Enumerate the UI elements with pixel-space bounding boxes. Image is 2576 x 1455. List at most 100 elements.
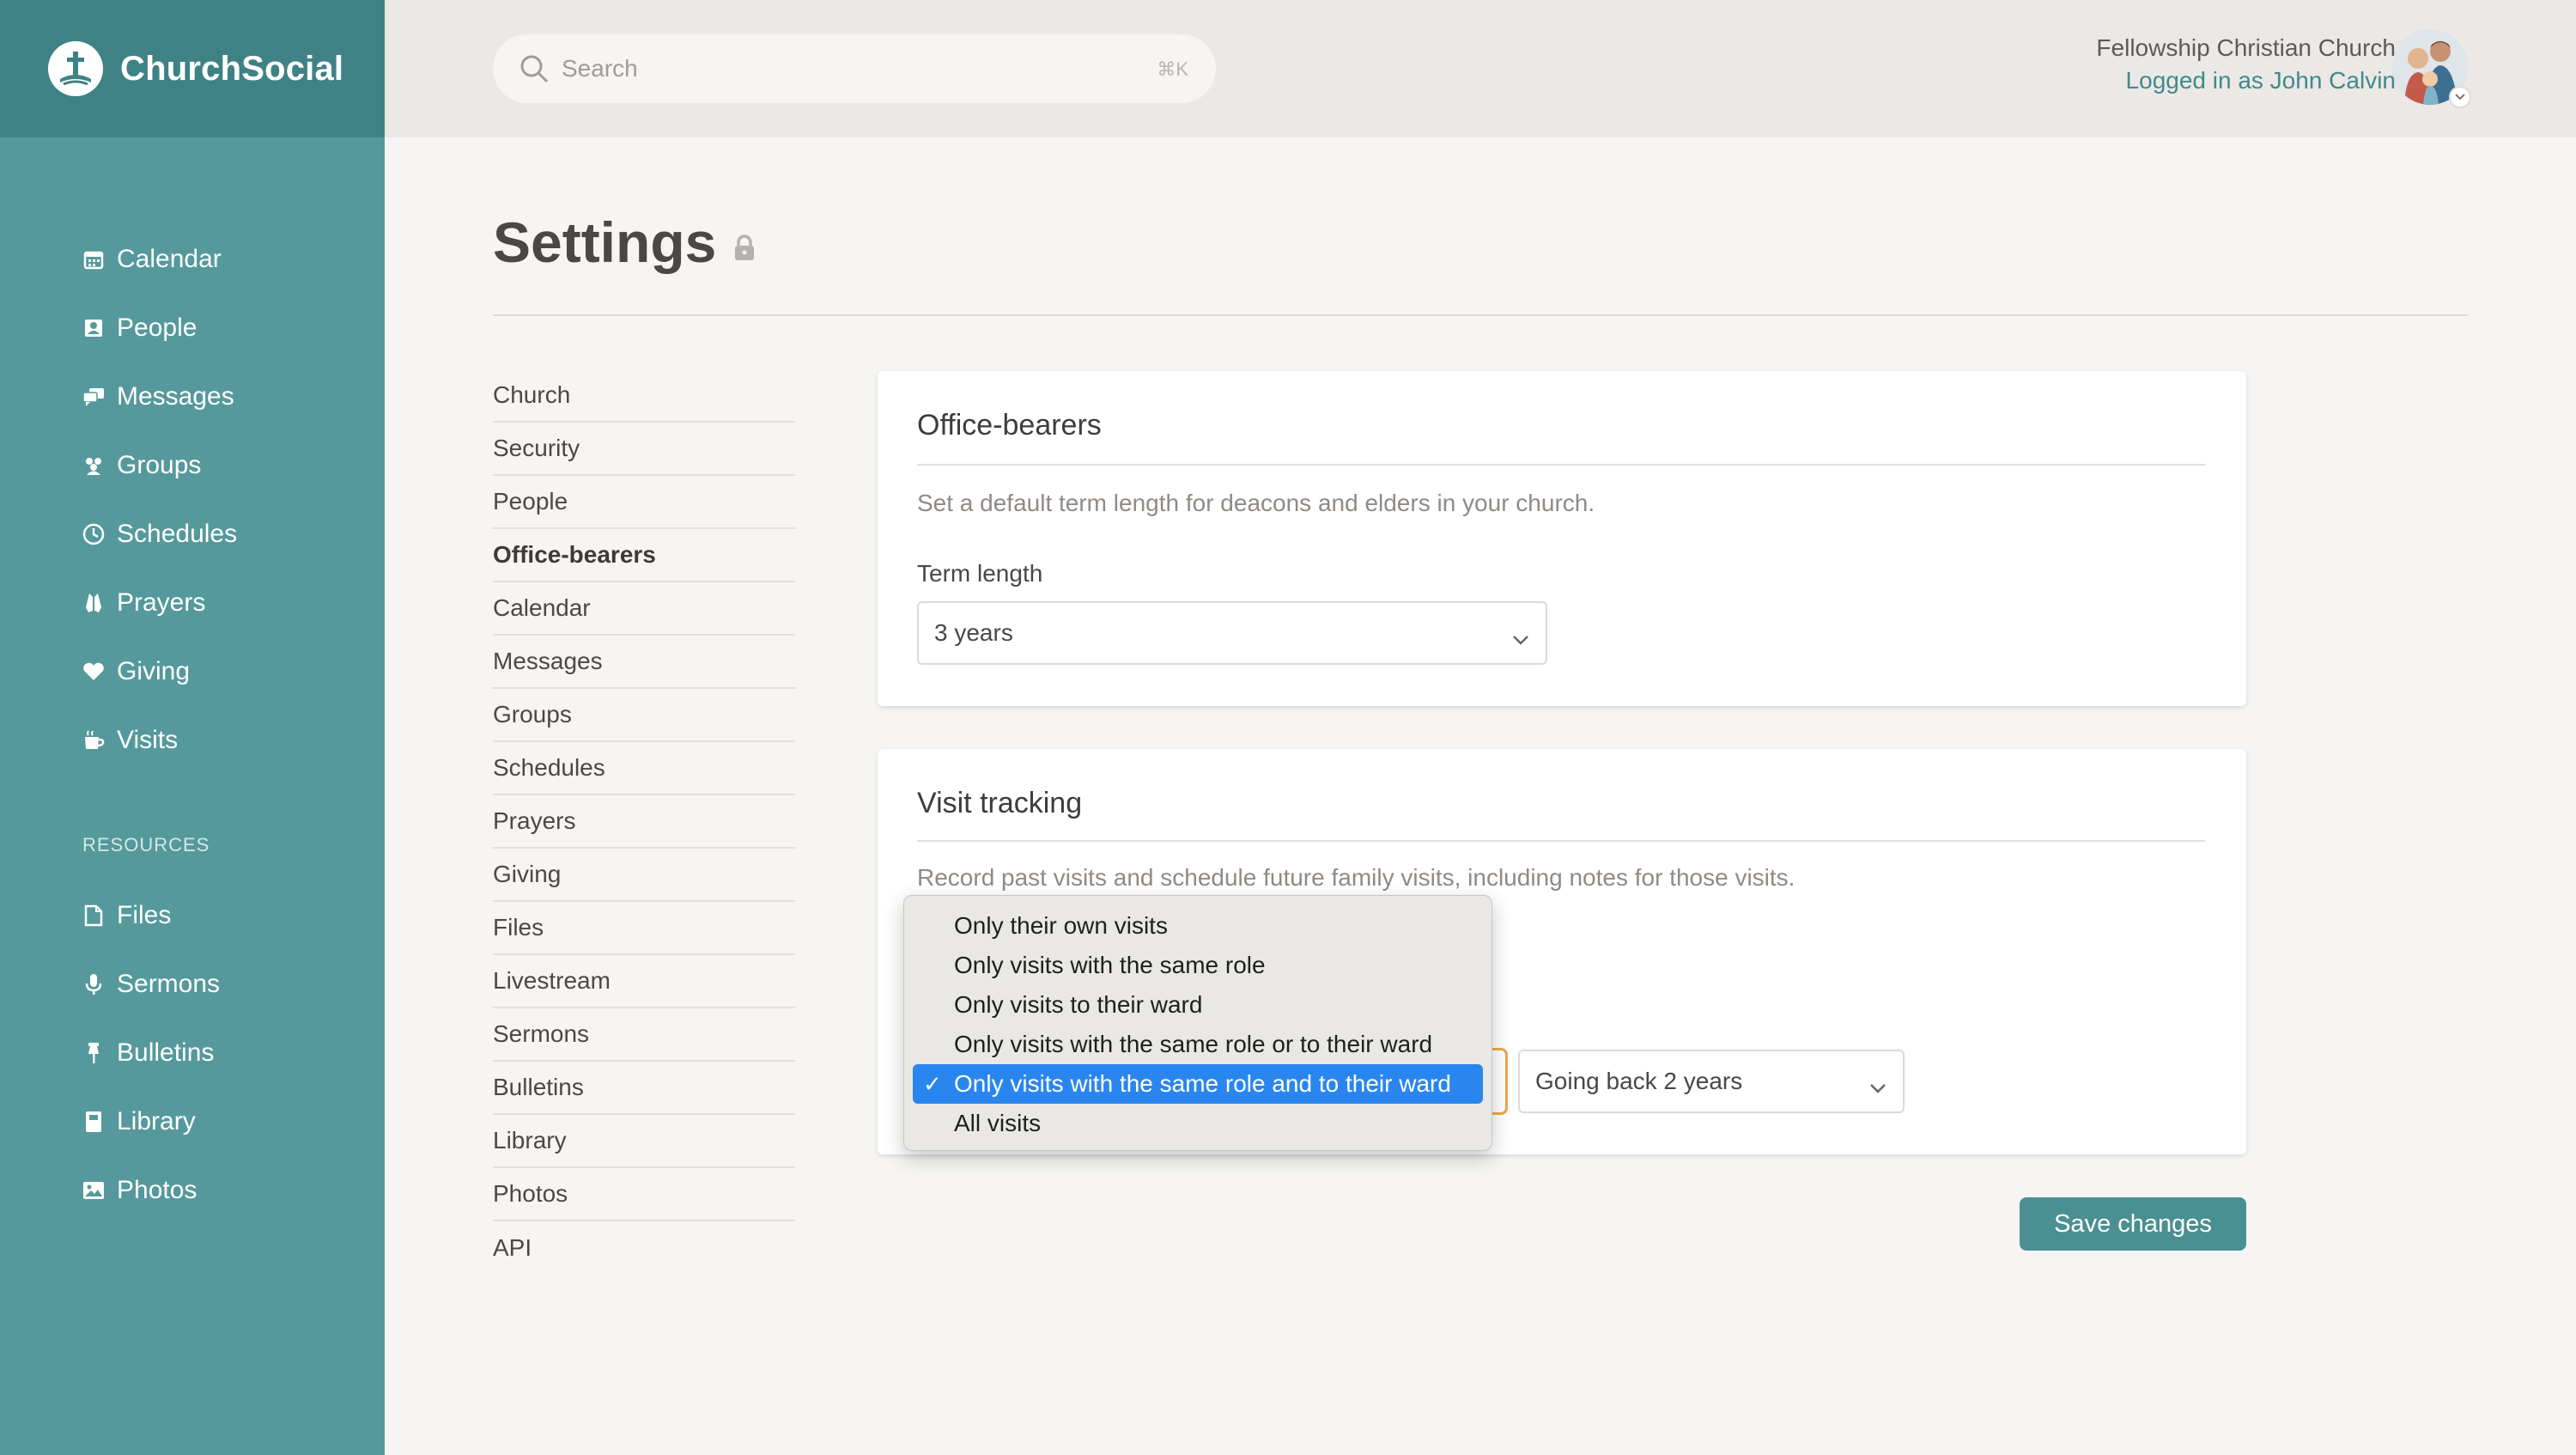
page-title: Settings	[493, 210, 717, 274]
sidebar-item-label: People	[117, 314, 197, 342]
sidebar-item-label: Groups	[117, 451, 202, 479]
sidebar-item-calendar[interactable]: Calendar	[0, 225, 385, 294]
search-input[interactable]: Search ⌘K	[493, 34, 1216, 103]
logged-in-user[interactable]: Logged in as John Calvin	[2096, 67, 2396, 94]
checkmark-icon: ✓	[923, 1071, 942, 1097]
menu-option[interactable]: Only visits with the same role	[913, 946, 1483, 985]
calendar-icon	[82, 248, 105, 271]
settings-nav: Church Security People Office-bearers Ca…	[493, 369, 795, 1275]
settings-nav-files[interactable]: Files	[493, 902, 795, 955]
settings-nav-library[interactable]: Library	[493, 1115, 795, 1168]
settings-nav-messages[interactable]: Messages	[493, 636, 795, 689]
save-changes-button[interactable]: Save changes	[2020, 1197, 2246, 1251]
sidebar-item-messages[interactable]: Messages	[0, 362, 385, 431]
sidebar-item-schedules[interactable]: Schedules	[0, 500, 385, 569]
church-name: Fellowship Christian Church	[2096, 34, 2396, 61]
settings-nav-api[interactable]: API	[493, 1221, 795, 1275]
sidebar-item-label: Prayers	[117, 588, 206, 617]
church-logo-icon	[48, 41, 103, 96]
option-label: Only visits with the same role or to the…	[954, 1031, 1433, 1057]
settings-nav-office-bearers[interactable]: Office-bearers	[493, 529, 795, 582]
account-info[interactable]: Fellowship Christian Church Logged in as…	[2096, 34, 2396, 94]
term-length-label: Term length	[917, 560, 1043, 587]
brand[interactable]: ChurchSocial	[0, 0, 385, 137]
settings-nav-calendar[interactable]: Calendar	[493, 582, 795, 636]
option-label: Only visits with the same role and to th…	[954, 1070, 1451, 1097]
settings-nav-schedules[interactable]: Schedules	[493, 742, 795, 795]
search-icon	[519, 53, 550, 90]
sidebar-item-label: Files	[117, 901, 172, 929]
settings-nav-giving[interactable]: Giving	[493, 849, 795, 902]
menu-option[interactable]: Only visits with the same role or to the…	[913, 1025, 1483, 1064]
sidebar-item-files[interactable]: Files	[0, 881, 385, 950]
settings-nav-photos[interactable]: Photos	[493, 1168, 795, 1221]
clock-icon	[82, 523, 105, 545]
groups-icon	[82, 454, 105, 477]
search-shortcut: ⌘K	[1157, 58, 1188, 80]
sidebar-item-groups[interactable]: Groups	[0, 431, 385, 500]
title-divider	[493, 314, 2468, 316]
chevron-down-icon	[1868, 1074, 1887, 1101]
lock-icon	[732, 234, 757, 267]
settings-nav-livestream[interactable]: Livestream	[493, 955, 795, 1008]
sidebar-item-library[interactable]: Library	[0, 1087, 385, 1156]
option-label: Only their own visits	[954, 912, 1168, 939]
option-label: Only visits with the same role	[954, 952, 1266, 978]
sidebar-item-photos[interactable]: Photos	[0, 1156, 385, 1225]
office-bearers-card: Office-bearers Set a default term length…	[878, 371, 2246, 706]
menu-option[interactable]: Only visits to their ward	[913, 985, 1483, 1025]
messages-icon	[82, 386, 105, 408]
sidebar-item-label: Schedules	[117, 520, 238, 548]
chevron-down-icon	[1511, 625, 1530, 653]
sidebar-item-bulletins[interactable]: Bulletins	[0, 1019, 385, 1087]
people-icon	[82, 317, 105, 339]
cup-icon	[82, 729, 105, 752]
brand-name: ChurchSocial	[120, 49, 344, 88]
settings-nav-groups[interactable]: Groups	[493, 689, 795, 742]
sidebar-item-label: Messages	[117, 382, 234, 411]
sidebar-item-label: Library	[117, 1107, 196, 1135]
option-label: All visits	[954, 1110, 1042, 1136]
sidebar-item-label: Giving	[117, 657, 191, 685]
card-title: Visit tracking	[917, 787, 1083, 819]
image-icon	[82, 1179, 105, 1202]
visit-visibility-menu: Only their own visits Only visits with t…	[903, 895, 1492, 1151]
file-icon	[82, 904, 105, 927]
praying-hands-icon	[82, 592, 105, 614]
card-description: Record past visits and schedule future f…	[917, 864, 1795, 891]
menu-option[interactable]: All visits	[913, 1104, 1483, 1143]
sidebar-item-label: Sermons	[117, 970, 221, 998]
settings-nav-security[interactable]: Security	[493, 423, 795, 476]
resources-section-label: RESOURCES	[82, 834, 210, 855]
chevron-down-icon[interactable]	[2449, 86, 2471, 108]
settings-nav-people[interactable]: People	[493, 476, 795, 529]
settings-nav-church[interactable]: Church	[493, 369, 795, 423]
going-back-value: Going back 2 years	[1535, 1068, 1743, 1094]
sidebar-item-giving[interactable]: Giving	[0, 637, 385, 706]
microphone-icon	[82, 973, 105, 995]
pin-icon	[82, 1042, 105, 1064]
settings-nav-sermons[interactable]: Sermons	[493, 1008, 795, 1062]
sidebar-item-label: Visits	[117, 726, 179, 754]
going-back-select[interactable]: Going back 2 years	[1518, 1050, 1905, 1113]
settings-nav-bulletins[interactable]: Bulletins	[493, 1062, 795, 1115]
sidebar: ChurchSocial Calendar People Messages Gr…	[0, 0, 385, 1455]
main-nav: Calendar People Messages Groups Schedule…	[0, 225, 385, 1225]
sidebar-item-label: Bulletins	[117, 1038, 215, 1067]
sidebar-item-sermons[interactable]: Sermons	[0, 950, 385, 1019]
book-icon	[82, 1111, 105, 1133]
menu-option-selected[interactable]: ✓ Only visits with the same role and to …	[913, 1064, 1483, 1104]
card-divider	[917, 840, 2205, 842]
option-label: Only visits to their ward	[954, 991, 1203, 1018]
heart-icon	[82, 661, 105, 683]
menu-option[interactable]: Only their own visits	[913, 906, 1483, 946]
sidebar-item-visits[interactable]: Visits	[0, 706, 385, 775]
card-title: Office-bearers	[917, 409, 1102, 441]
term-length-select[interactable]: 3 years	[917, 601, 1547, 665]
card-divider	[917, 464, 2205, 466]
sidebar-item-prayers[interactable]: Prayers	[0, 569, 385, 637]
settings-nav-prayers[interactable]: Prayers	[493, 795, 795, 849]
top-header: Search ⌘K Fellowship Christian Church Lo…	[385, 0, 2576, 137]
sidebar-item-people[interactable]: People	[0, 294, 385, 362]
search-placeholder: Search	[562, 55, 638, 82]
